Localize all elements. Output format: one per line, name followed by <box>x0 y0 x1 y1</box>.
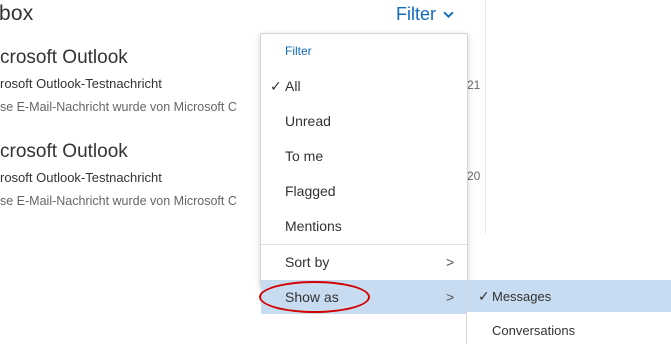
menu-item-mentions[interactable]: Mentions <box>261 209 467 243</box>
pane-divider <box>485 0 486 234</box>
submenu-item-label: Messages <box>492 288 552 304</box>
menu-item-flagged[interactable]: Flagged <box>261 174 467 208</box>
filter-menu-header: Filter <box>285 44 312 58</box>
menu-item-all[interactable]: ✓ All <box>261 69 467 103</box>
menu-item-label: Flagged <box>285 183 336 199</box>
submenu-item-label: Conversations <box>492 322 576 338</box>
check-icon: ✓ <box>270 77 282 94</box>
filter-menu: Filter ✓ All Unread To me Flagged Mentio… <box>260 33 468 314</box>
menu-item-sort-by[interactable]: Sort by > <box>261 245 467 279</box>
chevron-right-icon: > <box>446 254 455 270</box>
submenu-item-conversations[interactable]: Conversations <box>467 314 671 346</box>
annotation-ellipse <box>259 281 370 313</box>
menu-item-to-me[interactable]: To me <box>261 139 467 173</box>
filter-button[interactable]: Filter <box>396 4 455 25</box>
filter-label: Filter <box>396 4 436 24</box>
message-subject: rosoft Outlook-Testnachricht <box>0 76 162 91</box>
menu-item-unread[interactable]: Unread <box>261 104 467 138</box>
menu-item-label: All <box>285 78 301 94</box>
chevron-right-icon: > <box>446 289 455 305</box>
menu-item-label: Sort by <box>285 254 330 270</box>
chevron-down-icon <box>443 11 454 19</box>
message-preview: se E-Mail-Nachricht wurde von Microsoft … <box>0 100 237 114</box>
message-sender: crosoft Outlook <box>0 141 128 162</box>
menu-item-label: Unread <box>285 113 331 129</box>
check-icon: ✓ <box>478 287 490 304</box>
inbox-title: box <box>0 2 34 25</box>
message-sender: crosoft Outlook <box>0 47 128 68</box>
message-time: 20 <box>467 169 481 183</box>
menu-item-label: Mentions <box>285 218 342 234</box>
message-time: 21 <box>467 78 481 92</box>
message-subject: rosoft Outlook-Testnachricht <box>0 170 162 185</box>
show-as-submenu: ✓ Messages Conversations <box>466 280 671 344</box>
menu-item-label: To me <box>285 148 324 164</box>
submenu-item-messages[interactable]: ✓ Messages <box>467 280 671 312</box>
message-preview: se E-Mail-Nachricht wurde von Microsoft … <box>0 194 237 208</box>
